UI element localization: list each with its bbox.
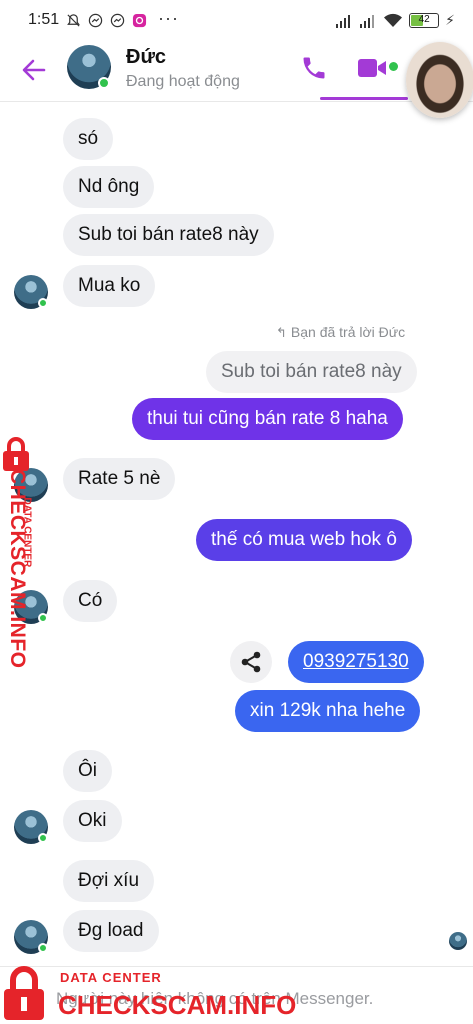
incoming-message[interactable]: Nd ông — [63, 166, 155, 208]
reply-note-text: Bạn đã trả lời Đức — [290, 324, 406, 340]
instagram-icon — [132, 13, 147, 28]
signal-icon-2 — [360, 14, 375, 28]
wifi-icon — [384, 13, 403, 27]
padlock-icon — [3, 437, 29, 471]
padlock-icon — [4, 966, 44, 1020]
status-bar: 1:51 ··· 42 ⚡ — [0, 0, 473, 40]
outgoing-message[interactable]: xin 129k nha hehe — [235, 690, 421, 732]
online-indicator — [38, 943, 48, 953]
phone-icon[interactable] — [300, 54, 328, 82]
watermark-vertical: DATA CENTER CHECKSCAM.INFO — [2, 436, 33, 669]
watermark-sub-text: DATA CENTER — [60, 970, 162, 985]
messenger-notification-icon-2 — [110, 13, 125, 28]
share-button[interactable] — [230, 641, 272, 683]
phone-number-link[interactable]: 0939275130 — [288, 641, 424, 683]
status-right: 42 ⚡ — [335, 12, 455, 29]
phone-number-text[interactable]: 0939275130 — [303, 651, 409, 672]
reply-note: ↰ Bạn đã trả lời Đức — [276, 324, 405, 341]
battery-indicator: 42 — [409, 13, 440, 28]
muted-bell-icon — [67, 14, 80, 27]
online-indicator — [38, 833, 48, 843]
incoming-message[interactable]: Ôi — [63, 750, 112, 792]
charging-icon: ⚡ — [445, 12, 455, 28]
self-camera-preview[interactable] — [406, 42, 473, 118]
contact-status: Đang hoạt động — [126, 73, 240, 90]
watermark-main-text: CHECKSCAM.INFO — [58, 990, 297, 1020]
back-arrow-icon[interactable] — [20, 56, 48, 84]
outgoing-message[interactable]: thế có mua web hok ô — [196, 519, 412, 561]
more-notifications-icon: ··· — [158, 8, 179, 28]
online-indicator — [98, 77, 110, 89]
video-call-icon[interactable] — [357, 56, 387, 80]
contact-name[interactable]: Đức — [126, 46, 166, 69]
watermark-horizontal: DATA CENTER CHECKSCAM.INFO — [2, 964, 302, 1022]
chat-header: Đức Đang hoạt động — [0, 40, 473, 102]
video-online-dot — [389, 62, 398, 71]
header-accent-line — [320, 97, 408, 100]
messenger-notification-icon — [88, 13, 103, 28]
share-icon — [241, 651, 261, 673]
seen-avatar — [449, 932, 467, 950]
outgoing-message[interactable]: thui tui cũng bán rate 8 haha — [132, 398, 403, 440]
incoming-message[interactable]: Đg load — [63, 910, 159, 952]
incoming-message[interactable]: Rate 5 nè — [63, 458, 176, 500]
watermark-main-text: CHECKSCAM.INFO — [6, 469, 29, 669]
signal-icon — [336, 14, 351, 28]
online-indicator — [38, 298, 48, 308]
incoming-message[interactable]: Có — [63, 580, 118, 622]
reply-arrow-icon: ↰ — [276, 325, 287, 340]
incoming-message[interactable]: Mua ko — [63, 265, 156, 307]
battery-level: 42 — [418, 14, 430, 25]
incoming-message[interactable]: Oki — [63, 800, 122, 842]
quoted-message[interactable]: Sub toi bán rate8 này — [206, 351, 417, 393]
incoming-message[interactable]: só — [63, 118, 114, 160]
online-indicator — [38, 613, 48, 623]
status-time: 1:51 — [28, 11, 60, 28]
incoming-message[interactable]: Đợi xíu — [63, 860, 155, 902]
incoming-message[interactable]: Sub toi bán rate8 này — [63, 214, 274, 256]
